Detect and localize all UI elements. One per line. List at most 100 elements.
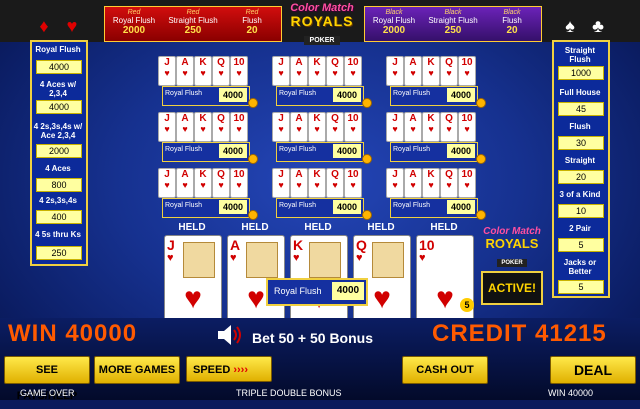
coin-icon	[362, 210, 372, 220]
paytable-value: 250	[36, 246, 82, 260]
held-label: HELD	[304, 222, 332, 233]
held-label: HELD	[430, 222, 458, 233]
mini-card: K ♥	[422, 112, 440, 142]
mini-card: A ♥	[176, 56, 194, 86]
coin-icon	[476, 154, 486, 164]
heart-icon: ♥	[164, 68, 170, 78]
mini-card: K ♥	[308, 168, 326, 198]
mini-card: K ♥	[194, 56, 212, 86]
heart-icon: ♥	[446, 180, 452, 190]
mini-hand: J ♥ A ♥ K ♥ Q ♥ 10 ♥ Royal Flush 4000	[386, 168, 486, 224]
mini-card-rank: A	[295, 113, 303, 124]
mini-card-rank: K	[313, 57, 321, 68]
win-display: WIN 40000	[8, 320, 138, 347]
mini-card-rank: J	[392, 57, 398, 68]
result-label: Royal Flush	[274, 286, 322, 296]
last-win: WIN 40000	[548, 388, 594, 398]
heart-icon: ♥	[218, 68, 224, 78]
mini-card: J ♥	[158, 168, 176, 198]
heart-icon: ♥	[293, 252, 300, 264]
mini-result-label: Royal Flush	[279, 90, 316, 97]
mini-card-rank: A	[181, 169, 189, 180]
mini-card-rank: 10	[347, 57, 359, 68]
paytable-value: 2000	[36, 144, 82, 158]
mini-result-label: Royal Flush	[393, 146, 430, 153]
mini-card-rank: K	[199, 169, 207, 180]
heart-icon: ♥	[164, 180, 170, 190]
paytable-label: Full House	[559, 88, 601, 97]
mini-card: Q ♥	[440, 112, 458, 142]
coin-icon	[362, 98, 372, 108]
mini-result-label: Royal Flush	[393, 90, 430, 97]
heart-icon: ♥	[392, 180, 398, 190]
mini-card-rank: A	[409, 113, 417, 124]
held-label: HELD	[241, 222, 269, 233]
card-face-art-icon	[309, 242, 341, 278]
mini-card-rank: K	[427, 113, 435, 124]
diamond-icon: ♦	[39, 15, 49, 36]
mini-card-rank: K	[199, 113, 207, 124]
mini-card-rank: 10	[461, 57, 473, 68]
mini-card-rank: J	[278, 169, 284, 180]
heart-icon: ♥	[314, 124, 320, 134]
speed-label: SPEED	[193, 364, 231, 376]
mini-card-rank: Q	[331, 57, 339, 68]
heart-icon: ♥	[182, 124, 188, 134]
mini-result-label: Royal Flush	[393, 202, 430, 209]
card-face-art-icon	[372, 242, 404, 278]
mini-card: K ♥	[308, 56, 326, 86]
coin-icon	[362, 154, 372, 164]
mini-card-rank: 10	[347, 113, 359, 124]
heart-icon: ♥	[182, 68, 188, 78]
heart-icon: ♥	[428, 124, 434, 134]
paytable-value: 30	[558, 136, 604, 150]
playing-card[interactable]: J ♥ ♥	[164, 235, 222, 323]
see-pays-help-button[interactable]: SEE PAYS/HELP	[4, 356, 90, 402]
mini-card: A ♥	[404, 168, 422, 198]
mini-result-label: Royal Flush	[165, 146, 202, 153]
heart-icon: ♥	[278, 124, 284, 134]
mini-card: J ♥	[386, 56, 404, 86]
mini-card-rank: K	[199, 57, 207, 68]
heart-icon: ♥	[419, 252, 426, 264]
mini-card: 10 ♥	[344, 112, 362, 142]
heart-icon: ♥	[184, 282, 202, 315]
cash-out-button[interactable]: CASH OUT	[402, 356, 488, 384]
paytable-label: 4 5s thru Ks	[35, 230, 81, 239]
mini-result-badge: Royal Flush 4000	[390, 142, 478, 162]
mini-card: J ♥	[386, 168, 404, 198]
heart-icon: ♥	[200, 180, 206, 190]
speed-button[interactable]: SPEED ››››	[186, 356, 272, 382]
mini-card: J ♥	[272, 112, 290, 142]
mini-card-rank: K	[313, 113, 321, 124]
mini-hand: J ♥ A ♥ K ♥ Q ♥ 10 ♥ Royal Flush 4000	[158, 56, 258, 112]
heart-icon: ♥	[464, 180, 470, 190]
deal-button[interactable]: DEAL	[550, 356, 636, 384]
mini-card-rank: Q	[331, 113, 339, 124]
mini-card: Q ♥	[326, 56, 344, 86]
mini-result-badge: Royal Flush 4000	[390, 198, 478, 218]
card-rank: A	[230, 237, 241, 253]
bet-chip: 5	[460, 298, 474, 312]
heart-icon: ♥	[446, 68, 452, 78]
mini-card-rank: 10	[347, 169, 359, 180]
mini-hand: J ♥ A ♥ K ♥ Q ♥ 10 ♥ Royal Flush 4000	[386, 112, 486, 168]
heart-icon: ♥	[164, 124, 170, 134]
mini-result-label: Royal Flush	[165, 90, 202, 97]
paytable-label: Straight Flush	[564, 46, 596, 64]
paytable-value: 1000	[558, 66, 604, 80]
more-games-button[interactable]: MORE GAMES	[94, 356, 180, 384]
heart-icon: ♥	[410, 124, 416, 134]
paytable-label: 4 Aces	[45, 164, 71, 173]
mini-result-label: Royal Flush	[279, 202, 316, 209]
paytable-label: 3 of a Kind	[559, 190, 601, 199]
mini-card-rank: A	[295, 57, 303, 68]
heart-icon: ♥	[296, 68, 302, 78]
mini-card-rank: Q	[217, 113, 225, 124]
mini-result-badge: Royal Flush 4000	[162, 142, 250, 162]
speaker-icon[interactable]	[216, 322, 244, 348]
mini-hand: J ♥ A ♥ K ♥ Q ♥ 10 ♥ Royal Flush 4000	[272, 56, 372, 112]
mini-card: Q ♥	[326, 112, 344, 142]
heart-icon: ♥	[278, 68, 284, 78]
card-face-art-icon	[183, 242, 215, 278]
